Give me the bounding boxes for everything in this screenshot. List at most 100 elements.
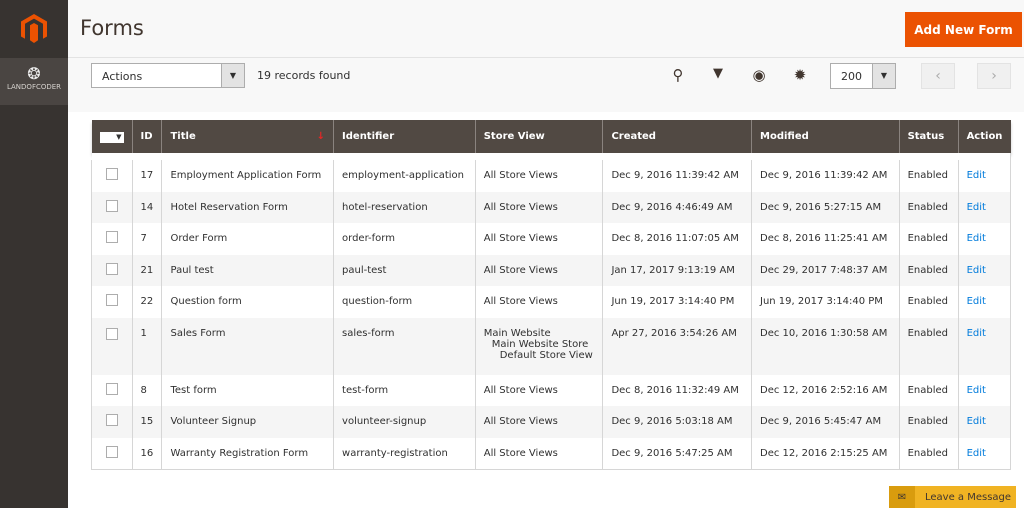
- cell-status: Enabled: [898, 254, 959, 286]
- column-created[interactable]: Created: [602, 120, 752, 153]
- row-checkbox-cell: [91, 406, 132, 438]
- table-row: 22 Question form question-form All Store…: [91, 286, 1012, 318]
- row-checkbox-cell: [91, 286, 132, 318]
- row-checkbox[interactable]: [106, 445, 118, 458]
- column-title[interactable]: Title ↓: [161, 120, 334, 153]
- cell-title: Volunteer Signup: [161, 406, 334, 438]
- prev-page-button[interactable]: ‹: [921, 63, 955, 89]
- filter-icon[interactable]: ▼: [708, 66, 728, 81]
- column-title-label: Title: [170, 131, 196, 142]
- cell-identifier: order-form: [333, 223, 476, 255]
- cell-id: 14: [131, 191, 162, 223]
- gear-icon[interactable]: ✹: [790, 66, 810, 84]
- add-new-form-button[interactable]: Add New Form: [905, 12, 1022, 47]
- eye-icon[interactable]: ◉: [749, 66, 769, 84]
- cell-title: Hotel Reservation Form: [161, 191, 334, 223]
- cell-created: Jan 17, 2017 9:13:19 AM: [602, 254, 752, 286]
- row-checkbox[interactable]: [106, 199, 118, 212]
- cell-modified: Dec 8, 2016 11:25:41 AM: [751, 223, 900, 255]
- store-view-line: All Store Views: [483, 384, 558, 396]
- sort-arrow-icon: ↓: [316, 131, 326, 142]
- row-checkbox[interactable]: [106, 327, 118, 340]
- cell-id: 15: [131, 406, 162, 438]
- cell-status: Enabled: [898, 437, 959, 469]
- edit-link[interactable]: Edit: [967, 296, 986, 307]
- cell-store-view: All Store Views: [474, 254, 603, 286]
- table-row: 7 Order Form order-form All Store Views …: [91, 223, 1012, 255]
- cell-created: Apr 27, 2016 3:54:26 AM: [602, 317, 752, 375]
- leave-message-button[interactable]: ✉ Leave a Message: [889, 486, 1016, 508]
- actions-select[interactable]: Actions ▼: [91, 63, 245, 88]
- per-page-select[interactable]: 200 ▼: [830, 63, 896, 89]
- column-status[interactable]: Status: [898, 120, 959, 153]
- cell-id: 8: [131, 374, 162, 406]
- edit-link[interactable]: Edit: [967, 265, 986, 276]
- landofcoder-icon: ❂: [27, 64, 41, 83]
- cell-store-view: All Store Views: [474, 437, 603, 469]
- row-checkbox-cell: [91, 374, 132, 406]
- edit-link[interactable]: Edit: [967, 448, 986, 459]
- cell-modified: Dec 12, 2016 2:52:16 AM: [751, 374, 900, 406]
- cell-action: Edit: [957, 437, 1012, 469]
- cell-created: Dec 9, 2016 4:46:49 AM: [602, 191, 752, 223]
- cell-action: Edit: [957, 406, 1012, 438]
- chevron-down-icon: ▼: [221, 64, 244, 87]
- cell-status: Enabled: [898, 191, 959, 223]
- cell-title: Sales Form: [161, 317, 334, 375]
- cell-store-view: All Store Views: [474, 223, 603, 255]
- cell-id: 7: [131, 223, 162, 255]
- cell-id: 22: [131, 286, 162, 318]
- store-view-line: All Store Views: [483, 233, 558, 245]
- cell-modified: Dec 9, 2016 5:27:15 AM: [751, 191, 900, 223]
- edit-link[interactable]: Edit: [967, 233, 986, 244]
- cell-status: Enabled: [898, 374, 959, 406]
- cell-title: Question form: [161, 286, 334, 318]
- cell-created: Dec 8, 2016 11:07:05 AM: [602, 223, 752, 255]
- column-modified[interactable]: Modified: [751, 120, 900, 153]
- row-checkbox[interactable]: [106, 382, 118, 395]
- cell-status: Enabled: [898, 317, 959, 375]
- cell-identifier: paul-test: [333, 254, 476, 286]
- column-identifier[interactable]: Identifier: [333, 120, 476, 153]
- store-view-line: All Store Views: [483, 416, 558, 428]
- row-checkbox[interactable]: [106, 294, 118, 307]
- cell-identifier: warranty-registration: [333, 437, 476, 469]
- cell-modified: Dec 29, 2017 7:48:37 AM: [751, 254, 900, 286]
- cell-identifier: hotel-reservation: [333, 191, 476, 223]
- admin-sidebar: ❂ LANDOFCODER: [0, 0, 68, 508]
- records-count: 19 records found: [257, 69, 351, 82]
- edit-link[interactable]: Edit: [967, 385, 986, 396]
- per-page-value: 200: [841, 70, 862, 83]
- next-page-button[interactable]: ›: [977, 63, 1011, 89]
- cell-identifier: test-form: [333, 374, 476, 406]
- row-checkbox[interactable]: [106, 168, 118, 181]
- edit-link[interactable]: Edit: [967, 202, 986, 213]
- cell-title: Paul test: [161, 254, 334, 286]
- cell-title: Order Form: [161, 223, 334, 255]
- mass-select[interactable]: ▼: [91, 120, 132, 153]
- cell-id: 1: [131, 317, 162, 375]
- cell-action: Edit: [957, 160, 1012, 192]
- cell-id: 17: [131, 160, 162, 192]
- magento-logo[interactable]: [0, 0, 68, 58]
- search-icon[interactable]: ⚲: [668, 66, 688, 84]
- table-row: 15 Volunteer Signup volunteer-signup All…: [91, 406, 1012, 438]
- store-view-line: Main Website: [483, 327, 551, 339]
- cell-store-view: All Store Views: [474, 406, 603, 438]
- column-store-view[interactable]: Store View: [474, 120, 603, 153]
- store-view-line: All Store Views: [483, 264, 558, 276]
- sidebar-item-landofcoder[interactable]: ❂ LANDOFCODER: [0, 58, 68, 105]
- row-checkbox[interactable]: [106, 414, 118, 427]
- cell-store-view: Main Website Main Website Store Default St…: [474, 317, 603, 375]
- edit-link[interactable]: Edit: [967, 416, 986, 427]
- row-checkbox[interactable]: [106, 231, 118, 244]
- cell-title: Employment Application Form: [161, 160, 334, 192]
- edit-link[interactable]: Edit: [967, 170, 986, 181]
- edit-link[interactable]: Edit: [967, 328, 986, 339]
- column-id[interactable]: ID: [131, 120, 162, 153]
- cell-title: Test form: [161, 374, 334, 406]
- row-checkbox[interactable]: [106, 262, 118, 275]
- table-row: 1 Sales Form sales-form Main Website Main…: [91, 317, 1012, 375]
- row-checkbox-cell: [91, 191, 132, 223]
- store-view-line: All Store Views: [483, 201, 558, 213]
